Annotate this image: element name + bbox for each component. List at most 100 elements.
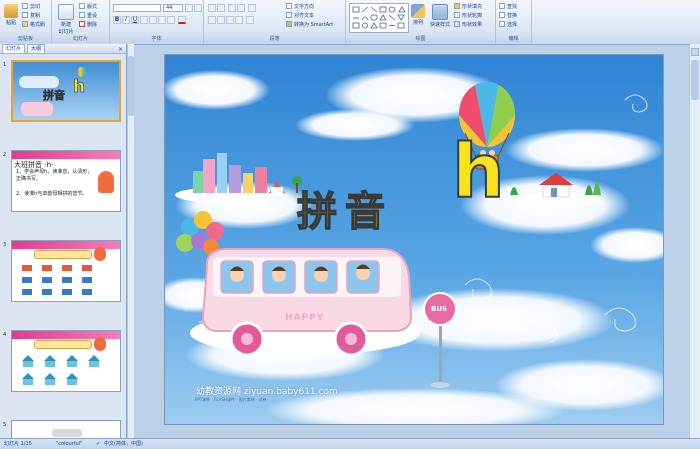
find-button[interactable]: 查找	[499, 2, 517, 10]
slide-letter[interactable]: h	[451, 128, 506, 216]
new-slide-button[interactable]: 新建 幻灯片	[56, 2, 76, 35]
decrease-indent-button[interactable]	[228, 4, 236, 12]
thumb-grid	[22, 355, 100, 385]
arrange-icon	[411, 4, 425, 18]
smartart-button[interactable]: 转换为 SmartArt	[286, 20, 333, 28]
bus-label: HAPPY	[285, 313, 325, 323]
clipboard-label: 剪贴板	[0, 36, 51, 43]
shape-outline-button[interactable]: 形状轮廓	[454, 11, 482, 19]
theme-name: "colourful"	[56, 441, 83, 447]
font-size-combo[interactable]: 44	[163, 4, 183, 12]
grow-font-button[interactable]	[185, 4, 193, 12]
thumb-image	[52, 429, 82, 437]
bullets-button[interactable]	[208, 4, 216, 12]
slide-title[interactable]: 拼音	[296, 179, 393, 237]
font-name-combo[interactable]	[113, 4, 161, 12]
italic-button[interactable]: I	[122, 16, 130, 24]
delete-button[interactable]: 删除	[79, 20, 97, 28]
slides-group: 新建 幻灯片 版式 重设 删除 幻灯片	[52, 0, 110, 44]
change-case-button[interactable]	[167, 16, 175, 24]
shape-fill-button[interactable]: 形状填充	[454, 2, 482, 10]
paste-button[interactable]: 粘贴	[2, 2, 20, 26]
scroll-up-icon[interactable]	[691, 48, 699, 56]
text-direction-icon	[286, 3, 292, 9]
underline-button[interactable]: U	[131, 16, 139, 24]
slide-scrollbar[interactable]	[689, 44, 700, 439]
slides-label: 幻灯片	[52, 36, 109, 43]
binoculars-icon	[499, 3, 505, 9]
cartoon-figure	[94, 247, 106, 261]
columns-button[interactable]	[246, 16, 254, 24]
slide-thumbnail-2[interactable]: 大班拼音 -h- 1、学会声母h，读准音，认清形，正确书写。 2、读准h与单韵母…	[11, 150, 121, 212]
align-text-button[interactable]: 对齐文本	[286, 11, 314, 19]
select-button[interactable]: 选择	[499, 20, 517, 28]
thumb-banner	[34, 250, 92, 259]
language-indicator[interactable]: 中文(简体，中国)	[104, 439, 143, 449]
text-direction-button[interactable]: 文字方向	[286, 2, 314, 10]
slide-thumbnail-5[interactable]	[11, 420, 121, 439]
panel-tabs: 幻灯片 大纲 ×	[0, 44, 126, 54]
tab-slides[interactable]: 幻灯片	[2, 44, 26, 53]
panel-scroll-thumb[interactable]	[128, 56, 134, 116]
reset-button[interactable]: 重设	[79, 11, 97, 19]
thumb-number: 2	[3, 152, 7, 158]
thumb-title: 拼音	[43, 89, 66, 103]
line-spacing-button[interactable]	[248, 4, 256, 12]
slide-scroll-thumb[interactable]	[691, 60, 699, 100]
cut-button[interactable]: 剪切	[22, 2, 40, 10]
paragraph-group: 文字方向 对齐文本 转换为 SmartArt 段落	[204, 0, 346, 44]
close-icon[interactable]: ×	[118, 46, 123, 53]
arrange-button[interactable]: 排列	[409, 2, 427, 26]
shadow-button[interactable]	[149, 16, 157, 24]
layout-button[interactable]: 版式	[79, 2, 97, 10]
justify-button[interactable]	[235, 16, 243, 24]
copy-button[interactable]: 复制	[22, 11, 40, 19]
cursor-icon	[499, 21, 505, 27]
layout-icon	[79, 3, 85, 9]
new-slide-icon	[58, 4, 74, 20]
thumb-number: 4	[3, 332, 7, 338]
format-painter-button[interactable]: 格式刷	[22, 20, 45, 28]
copy-icon	[22, 12, 28, 18]
thumb-grid	[22, 265, 92, 295]
slide-background	[165, 55, 663, 424]
thumb-header-bar	[12, 241, 120, 249]
slide-canvas[interactable]: HAPPY BUS 拼音 h 幼教资源网 ziyuan.baby611.com …	[164, 54, 664, 425]
bus-shape	[21, 102, 53, 116]
bold-button[interactable]: B	[113, 16, 121, 24]
clipboard-group: 粘贴 剪切 复制 格式刷 剪贴板	[0, 0, 52, 44]
increase-indent-button[interactable]	[237, 4, 245, 12]
char-spacing-button[interactable]	[158, 16, 166, 24]
align-center-button[interactable]	[217, 16, 225, 24]
font-color-button[interactable]	[178, 16, 186, 24]
cartoon-figure	[98, 171, 114, 193]
slide-thumbnail-4[interactable]	[11, 330, 121, 392]
slide-thumbnail-3[interactable]	[11, 240, 121, 302]
tab-outline[interactable]: 大纲	[27, 44, 46, 53]
effects-icon	[454, 21, 460, 27]
thumb-letter: h	[73, 77, 86, 98]
thumb-line: 2、读准h与单韵母相拼的音节。	[16, 191, 88, 197]
align-right-button[interactable]	[226, 16, 234, 24]
panel-scrollbar[interactable]	[127, 44, 134, 439]
slide-thumbnail-1[interactable]: 拼音 h	[11, 60, 121, 122]
smartart-icon	[286, 21, 292, 27]
clipboard-icon	[4, 4, 18, 18]
replace-button[interactable]: 替换	[499, 11, 517, 19]
quick-styles-icon	[432, 4, 448, 20]
quick-styles-button[interactable]: 快速样式	[428, 2, 452, 28]
font-group: 44 B I U 字体	[110, 0, 204, 44]
thumb-number: 1	[3, 62, 7, 68]
bus-stop-label: BUS	[431, 305, 448, 313]
align-left-button[interactable]	[208, 16, 216, 24]
drawing-group: 排列 快速样式 形状填充 形状轮廓 形状效果 绘图	[346, 0, 496, 44]
shape-effects-button[interactable]: 形状效果	[454, 20, 482, 28]
slide-counter: 幻灯片 1/15	[4, 441, 32, 447]
shapes-gallery[interactable]	[349, 3, 409, 33]
shapes-icon	[352, 6, 406, 29]
brush-icon	[22, 21, 28, 27]
strikethrough-button[interactable]	[140, 16, 148, 24]
shrink-font-button[interactable]	[194, 4, 202, 12]
numbering-button[interactable]	[217, 4, 225, 12]
thumb-header-bar	[12, 331, 120, 339]
